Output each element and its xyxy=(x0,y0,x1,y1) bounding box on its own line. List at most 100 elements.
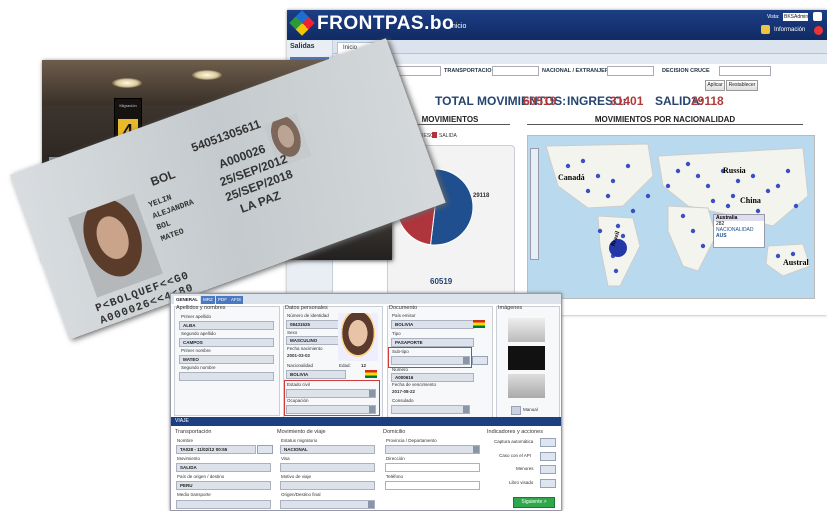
map-dot[interactable] xyxy=(580,158,586,164)
pais-origen-input[interactable]: PERU xyxy=(176,481,271,490)
transport-nombre-select[interactable]: TA028 - 11/02/12 00:55 xyxy=(176,445,256,454)
indicador-button[interactable] xyxy=(540,465,556,474)
map-dot[interactable] xyxy=(620,233,626,239)
close-icon[interactable] xyxy=(814,26,823,35)
map-dot[interactable] xyxy=(710,198,716,204)
document-image-3[interactable] xyxy=(508,374,545,398)
map-dot[interactable] xyxy=(675,168,681,174)
map-dot[interactable] xyxy=(615,223,621,229)
map-dot[interactable] xyxy=(735,178,741,184)
map-dot[interactable] xyxy=(775,253,781,259)
primer-apellido-input[interactable]: ALBA xyxy=(179,321,274,330)
primer-nombre-input[interactable]: MATEO xyxy=(179,355,274,364)
map-dot[interactable] xyxy=(565,163,571,169)
label-visa: Visa xyxy=(281,456,290,461)
map-dot[interactable] xyxy=(785,168,791,174)
tipo-select[interactable]: PASAPORTE xyxy=(391,338,474,347)
document-image-2[interactable] xyxy=(508,346,545,370)
map-dot[interactable] xyxy=(597,228,603,234)
nav-inicio[interactable]: Inicio xyxy=(450,23,466,30)
map-dot[interactable] xyxy=(730,193,736,199)
map-dot[interactable] xyxy=(645,193,651,199)
tab-mrz[interactable]: MRZ xyxy=(201,296,215,304)
label-provincia: Provincia / Departamento xyxy=(386,438,437,443)
transport-action-button[interactable] xyxy=(257,445,273,454)
map-label-australia: Austral xyxy=(783,258,809,267)
map-dot[interactable] xyxy=(613,268,619,274)
num-id-input[interactable]: 08431525 xyxy=(286,320,339,329)
map-dot[interactable] xyxy=(595,173,601,179)
map-label-russia: Russia xyxy=(723,166,746,175)
estatus-select[interactable]: NACIONAL xyxy=(280,445,375,454)
pie-label-salida: 29118 xyxy=(473,193,490,199)
segundo-nombre-input[interactable] xyxy=(179,372,274,381)
map-dot[interactable] xyxy=(605,193,611,199)
manual-checkbox[interactable] xyxy=(511,406,521,415)
map-dot[interactable] xyxy=(790,251,796,257)
map-dot[interactable] xyxy=(585,188,591,194)
numero-input[interactable]: A000616 xyxy=(391,373,474,382)
medio-select[interactable] xyxy=(176,500,271,509)
filter-select-3[interactable] xyxy=(719,66,771,76)
movimiento-input[interactable]: SALIDA xyxy=(176,463,271,472)
consulado-select[interactable] xyxy=(391,405,470,414)
africa-shape xyxy=(667,205,717,272)
vista-label: Vista: xyxy=(767,14,780,20)
segundo-apellido-input[interactable]: CAMPOS xyxy=(179,338,274,347)
map-dot[interactable] xyxy=(665,183,671,189)
tab-pdf[interactable]: PDF xyxy=(216,296,229,304)
visa-select[interactable] xyxy=(280,463,375,472)
siguiente-button[interactable]: Siguiente > xyxy=(513,497,555,508)
estado-civil-select[interactable] xyxy=(286,389,376,398)
map-dot[interactable] xyxy=(700,243,706,249)
telefono-input[interactable] xyxy=(385,481,480,490)
zoom-slider[interactable] xyxy=(530,148,539,260)
info-link[interactable]: Información xyxy=(774,27,805,33)
map-dot[interactable] xyxy=(705,183,711,189)
provincia-select[interactable] xyxy=(385,445,480,454)
sexo-select[interactable]: MASCULINO xyxy=(286,336,339,345)
origen-destino-select[interactable] xyxy=(280,500,375,509)
subtipo-select[interactable] xyxy=(391,356,470,365)
filter-select-2[interactable] xyxy=(607,66,654,76)
indicador-button[interactable] xyxy=(540,438,556,447)
tab-afis[interactable]: AFIS xyxy=(229,296,244,304)
indicador-button[interactable] xyxy=(540,452,556,461)
pais-emisor-select[interactable]: BOLIVIA xyxy=(391,320,474,329)
aplicar-button[interactable]: Aplicar xyxy=(705,80,725,91)
subtipo-action-button[interactable] xyxy=(472,356,488,365)
map-dot[interactable] xyxy=(750,173,756,179)
filter-select-1[interactable] xyxy=(492,66,539,76)
window-icon[interactable] xyxy=(813,12,822,21)
filter-bar xyxy=(333,54,827,64)
map-dot[interactable] xyxy=(755,208,761,214)
map-dot[interactable] xyxy=(610,178,616,184)
map-dot[interactable] xyxy=(695,173,701,179)
label-numero: Número xyxy=(392,367,409,372)
map-dot[interactable] xyxy=(680,213,686,219)
map-dot[interactable] xyxy=(630,208,636,214)
map-dot[interactable] xyxy=(775,183,781,189)
map-dot[interactable] xyxy=(725,203,731,209)
label-subtipo: Sub-tipo xyxy=(392,349,409,354)
vista-select[interactable]: BKSAdmin xyxy=(783,13,808,21)
group-title: Apellidos y nombres xyxy=(176,305,226,311)
restablecer-button[interactable]: Restablecer xyxy=(726,80,758,91)
world-map[interactable]: Canadá Russia China Brazil Austral Austr… xyxy=(527,135,815,299)
document-image-1[interactable] xyxy=(508,318,545,342)
map-dot[interactable] xyxy=(690,228,696,234)
motivo-select[interactable] xyxy=(280,481,375,490)
map-dot[interactable] xyxy=(685,161,691,167)
label-origen-destino: Origen/Destino final xyxy=(281,492,321,497)
map-dot[interactable] xyxy=(625,163,631,169)
nacionalidad-input[interactable]: BOLIVIA xyxy=(286,370,346,379)
label-num-id: Número de identidad xyxy=(287,313,329,318)
direccion-input[interactable] xyxy=(385,463,480,472)
lock-icon[interactable] xyxy=(761,25,770,34)
ocupacion-select[interactable] xyxy=(286,405,376,414)
indicador-button[interactable] xyxy=(540,479,556,488)
tab-general[interactable]: GENERAL xyxy=(174,296,201,304)
group-title: Datos personales xyxy=(285,305,328,311)
map-dot[interactable] xyxy=(793,203,799,209)
map-dot[interactable] xyxy=(765,188,771,194)
